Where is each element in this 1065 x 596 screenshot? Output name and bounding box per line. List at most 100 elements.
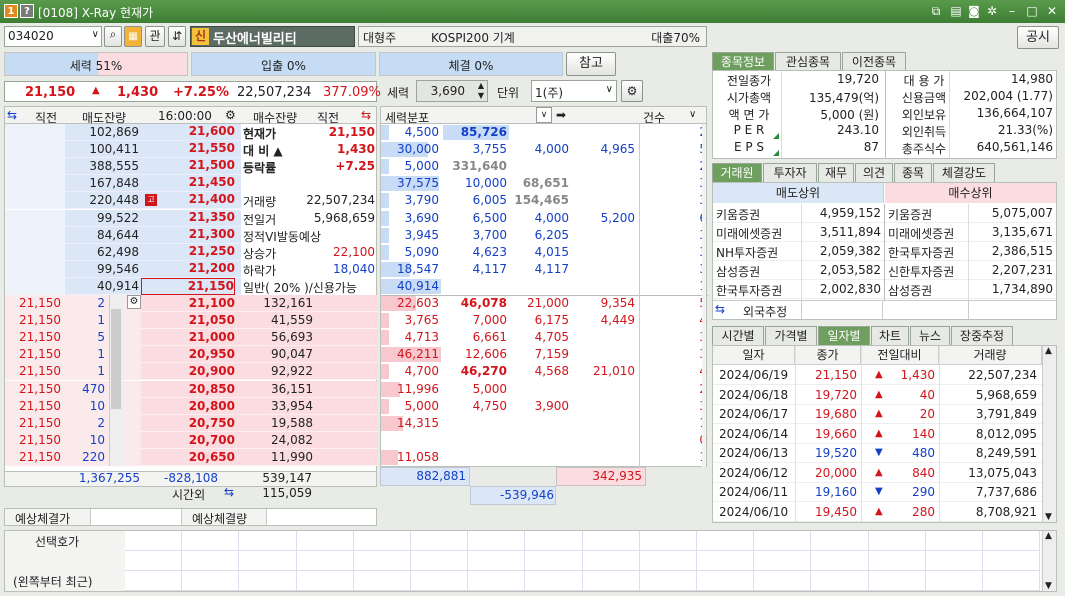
close-icon[interactable]: ✕ [1044, 3, 1060, 19]
force-count: 4 [639, 364, 707, 378]
unit-select[interactable]: 1(주) ∨ [531, 80, 617, 102]
daily-header: 일자 [713, 346, 795, 365]
tab-info-1[interactable]: 관심종목 [775, 52, 841, 71]
print-icon[interactable]: ▤ [948, 3, 964, 19]
link-icon[interactable]: ⧉ [928, 3, 944, 19]
chevron-down-icon[interactable]: ∨ [689, 109, 696, 120]
help-icon[interactable]: ? [20, 4, 34, 18]
quote-cell [239, 531, 297, 551]
jikjeon-cell [5, 226, 65, 244]
ask-price[interactable]: 21,500 [141, 158, 235, 175]
broker-buy-name[interactable]: 키움증권 [888, 206, 932, 223]
tab-broker-3[interactable]: 의견 [855, 163, 893, 182]
divider [968, 204, 969, 300]
chevron-down-icon[interactable]: ∨ [536, 107, 552, 123]
orderbook: 102,869 21,600 100,411 21,550 388,555 21,500 1… [4, 124, 378, 472]
broker-sell-name[interactable]: 키움증권 [716, 206, 760, 223]
tab-broker-5[interactable]: 체결강도 [933, 163, 995, 182]
ask-qty: 84,644 [97, 227, 139, 242]
broker-buy-name[interactable]: 삼성증권 [888, 282, 932, 299]
scrollbar[interactable] [702, 124, 706, 467]
window-number-icon[interactable]: 1 [4, 4, 18, 18]
tab-daily-5[interactable]: 장중추정 [951, 326, 1013, 345]
force-count: 1 [639, 279, 707, 293]
force-value: 331,640 [452, 159, 507, 174]
broker-buy-name[interactable]: 신한투자증권 [888, 263, 954, 280]
tab-daily-0[interactable]: 시간별 [712, 326, 764, 345]
info-value: 5,968,659 [313, 210, 375, 225]
tick-qty: 1 [97, 347, 105, 362]
tab-broker-2[interactable]: 재무 [818, 163, 854, 182]
force-value-input[interactable]: 3,690 ▲ ▼ [416, 80, 488, 102]
tab-info-2[interactable]: 이전종목 [842, 52, 906, 71]
updown-icon[interactable]: ⇵ [168, 26, 186, 47]
ask-price[interactable]: 21,150 [141, 277, 235, 295]
chevron-down-icon[interactable]: ∨ [92, 29, 99, 40]
swap-icon[interactable]: ⇆ [7, 108, 17, 122]
bid-price[interactable]: 21,100 [141, 296, 235, 310]
swap-icon[interactable]: ⇆ [224, 485, 234, 499]
gwan-button[interactable]: 관 [145, 26, 165, 47]
tab-daily-3[interactable]: 차트 [871, 326, 909, 345]
ask-price[interactable]: 21,600 [141, 124, 235, 141]
ref-button[interactable]: 참고 [566, 52, 616, 76]
stock-code-input[interactable]: 034020 ∨ [4, 26, 102, 47]
ask-qty: 62,498 [97, 244, 139, 259]
broker-buy-name[interactable]: 미래에셋증권 [888, 225, 954, 242]
stock-name-box[interactable]: 신 두산에너빌리티 [190, 26, 355, 47]
ask-price[interactable]: 21,300 [141, 227, 235, 244]
bid-price[interactable]: 20,750 [141, 416, 235, 430]
force-value: 85,726 [460, 125, 507, 139]
ask-price[interactable]: 21,350 [141, 210, 235, 227]
bid-price[interactable]: 20,800 [141, 399, 235, 413]
notice-button[interactable]: 공시 [1017, 26, 1059, 49]
tab-broker-0[interactable]: 거래원 [712, 163, 762, 182]
scrollbar-thumb[interactable] [111, 309, 121, 409]
ask-price[interactable]: 21,250 [141, 244, 235, 261]
gear-icon[interactable]: ✲ [984, 3, 1000, 19]
scrollbar[interactable]: ▲ ▼ [1042, 531, 1056, 591]
tab-daily-1[interactable]: 가격별 [765, 326, 817, 345]
force-value: 154,465 [514, 193, 569, 208]
spin-arrows-icon[interactable]: ▲ ▼ [478, 81, 484, 101]
broker-buy-name[interactable]: 한국투자증권 [888, 244, 954, 261]
broker-sell-name[interactable]: 한국투자증권 [716, 282, 782, 299]
gear-icon[interactable]: ⚙ [225, 108, 236, 122]
swap-icon[interactable]: ⇆ [715, 302, 725, 316]
arrow-right-icon[interactable]: ➡ [556, 108, 566, 122]
minimize-icon[interactable]: – [1004, 3, 1020, 19]
bid-price[interactable]: 20,650 [141, 450, 235, 464]
tab-broker-4[interactable]: 종목 [894, 163, 932, 182]
bid-price[interactable]: 20,850 [141, 382, 235, 396]
tab-broker-1[interactable]: 투자자 [763, 163, 817, 182]
tab-info-0[interactable]: 종목정보 [712, 52, 774, 71]
gear-icon[interactable]: ⚙ [127, 295, 141, 309]
bid-price[interactable]: 20,700 [141, 433, 235, 447]
camera-icon[interactable]: ◙ [966, 3, 982, 19]
bid-price[interactable]: 20,950 [141, 347, 235, 361]
quote-cell [582, 551, 640, 571]
tab-daily-2[interactable]: 일자별 [818, 326, 870, 345]
bid-price[interactable]: 21,000 [141, 330, 235, 344]
maximize-icon[interactable]: □ [1024, 3, 1040, 19]
broker-sell-name[interactable]: NH투자증권 [716, 244, 778, 261]
broker-sell-name[interactable]: 미래에셋증권 [716, 225, 782, 242]
settings-gear-icon[interactable]: ⚙ [621, 80, 643, 102]
quote-cell [239, 571, 297, 591]
quote-cell [925, 571, 983, 591]
chevron-down-icon[interactable]: ∨ [606, 84, 613, 95]
bid-price[interactable]: 21,050 [141, 313, 235, 327]
bid-price[interactable]: 20,900 [141, 364, 235, 378]
quote-cell [868, 571, 926, 591]
swap-icon[interactable]: ⇆ [361, 108, 371, 122]
ask-price[interactable]: 21,550 [141, 141, 235, 158]
jikjeon-cell [5, 158, 65, 176]
search-icon[interactable]: ⌕ [104, 26, 122, 47]
force-count: 3 [639, 347, 707, 361]
ask-price[interactable]: 21,450 [141, 175, 235, 192]
ask-price[interactable]: 21,200 [141, 261, 235, 278]
broker-sell-name[interactable]: 삼성증권 [716, 263, 760, 280]
calendar-icon[interactable]: ▦ [124, 26, 142, 47]
tab-daily-4[interactable]: 뉴스 [910, 326, 950, 345]
scrollbar[interactable]: ▲ ▼ [1042, 346, 1056, 522]
